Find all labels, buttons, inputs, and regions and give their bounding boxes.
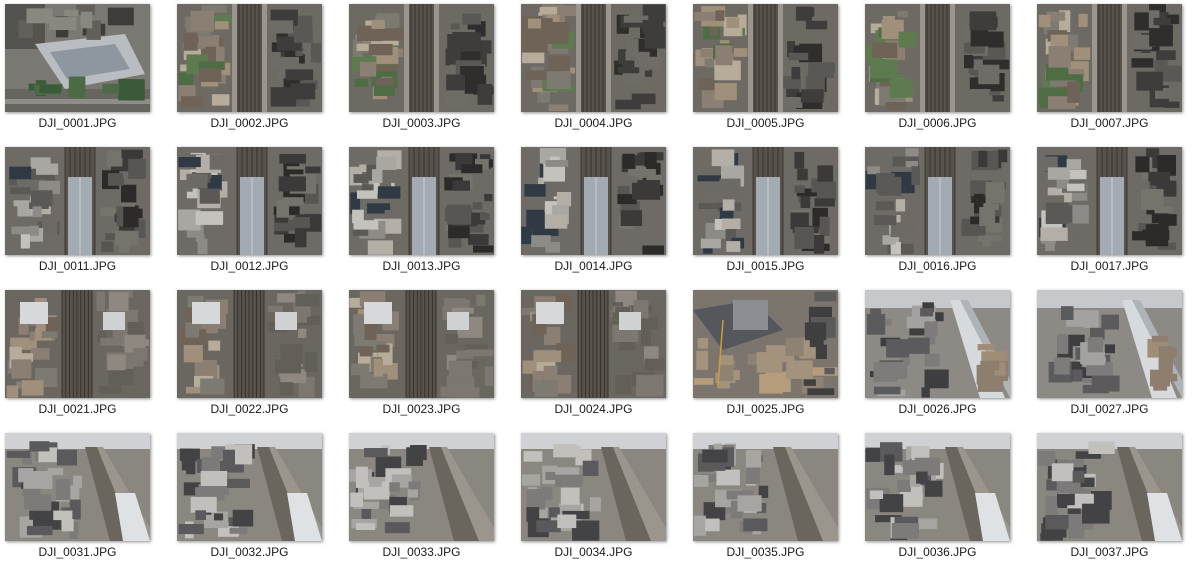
tracks-buildings-icon[interactable]: [177, 290, 322, 398]
plaza-icon[interactable]: [5, 4, 150, 112]
file-name-label: DJI_0036.JPG: [898, 545, 977, 559]
file-item[interactable]: DJI_0035.JPG: [688, 429, 860, 572]
file-item[interactable]: DJI_0015.JPG: [688, 143, 860, 286]
file-name-label: DJI_0033.JPG: [382, 545, 461, 559]
file-name-label: DJI_0034.JPG: [554, 545, 633, 559]
file-name-label: DJI_0013.JPG: [382, 259, 461, 273]
railway-aerial-icon[interactable]: [865, 4, 1010, 112]
file-item[interactable]: DJI_0016.JPG: [860, 143, 1032, 286]
file-name-label: DJI_0021.JPG: [38, 402, 117, 416]
file-name-label: DJI_0011.JPG: [38, 259, 117, 273]
file-item[interactable]: DJI_0034.JPG: [516, 429, 688, 572]
file-name-label: DJI_0022.JPG: [210, 402, 289, 416]
file-item[interactable]: DJI_0011.JPG: [0, 143, 172, 286]
file-item[interactable]: DJI_0027.JPG: [1032, 286, 1194, 429]
file-thumbnail-grid: DJI_0001.JPG DJI_0002.JPG DJI_0003.JPG DJI_…: [0, 0, 1194, 571]
file-item[interactable]: DJI_0001.JPG: [0, 0, 172, 143]
construction-site-icon[interactable]: [693, 290, 838, 398]
file-name-label: DJI_0006.JPG: [898, 116, 977, 130]
oblique-city-icon[interactable]: [1037, 290, 1182, 398]
file-item[interactable]: DJI_0033.JPG: [344, 429, 516, 572]
tracks-buildings-icon[interactable]: [349, 290, 494, 398]
file-name-label: DJI_0025.JPG: [726, 402, 805, 416]
station-roof-icon[interactable]: [521, 147, 666, 255]
file-item[interactable]: DJI_0012.JPG: [172, 143, 344, 286]
railway-aerial-icon[interactable]: [693, 4, 838, 112]
file-item[interactable]: DJI_0032.JPG: [172, 429, 344, 572]
file-item[interactable]: DJI_0022.JPG: [172, 286, 344, 429]
railway-aerial-icon[interactable]: [177, 4, 322, 112]
oblique-rooftops-icon[interactable]: [693, 433, 838, 541]
tracks-buildings-icon[interactable]: [5, 290, 150, 398]
file-item[interactable]: DJI_0006.JPG: [860, 0, 1032, 143]
file-name-label: DJI_0035.JPG: [726, 545, 805, 559]
file-item[interactable]: DJI_0026.JPG: [860, 286, 1032, 429]
file-name-label: DJI_0014.JPG: [554, 259, 633, 273]
file-item[interactable]: DJI_0017.JPG: [1032, 143, 1194, 286]
file-name-label: DJI_0037.JPG: [1070, 545, 1149, 559]
file-item[interactable]: DJI_0024.JPG: [516, 286, 688, 429]
file-item[interactable]: DJI_0025.JPG: [688, 286, 860, 429]
file-item[interactable]: DJI_0004.JPG: [516, 0, 688, 143]
station-roof-icon[interactable]: [693, 147, 838, 255]
file-name-label: DJI_0016.JPG: [898, 259, 977, 273]
file-item[interactable]: DJI_0031.JPG: [0, 429, 172, 572]
file-name-label: DJI_0024.JPG: [554, 402, 633, 416]
station-roof-icon[interactable]: [177, 147, 322, 255]
file-name-label: DJI_0012.JPG: [210, 259, 289, 273]
file-name-label: DJI_0027.JPG: [1070, 402, 1149, 416]
oblique-rooftops-icon[interactable]: [1037, 433, 1182, 541]
file-item[interactable]: DJI_0002.JPG: [172, 0, 344, 143]
file-item[interactable]: DJI_0014.JPG: [516, 143, 688, 286]
file-name-label: DJI_0005.JPG: [726, 116, 805, 130]
file-item[interactable]: DJI_0023.JPG: [344, 286, 516, 429]
file-name-label: DJI_0001.JPG: [38, 116, 117, 130]
file-name-label: DJI_0026.JPG: [898, 402, 977, 416]
file-name-label: DJI_0003.JPG: [382, 116, 461, 130]
file-item[interactable]: DJI_0007.JPG: [1032, 0, 1194, 143]
tracks-buildings-icon[interactable]: [521, 290, 666, 398]
station-roof-icon[interactable]: [1037, 147, 1182, 255]
station-roof-icon[interactable]: [865, 147, 1010, 255]
oblique-rooftops-icon[interactable]: [521, 433, 666, 541]
file-name-label: DJI_0031.JPG: [38, 545, 117, 559]
file-item[interactable]: DJI_0013.JPG: [344, 143, 516, 286]
oblique-city-icon[interactable]: [865, 290, 1010, 398]
file-name-label: DJI_0015.JPG: [726, 259, 805, 273]
file-item[interactable]: DJI_0021.JPG: [0, 286, 172, 429]
file-name-label: DJI_0032.JPG: [210, 545, 289, 559]
railway-aerial-icon[interactable]: [349, 4, 494, 112]
railway-aerial-icon[interactable]: [521, 4, 666, 112]
station-roof-icon[interactable]: [349, 147, 494, 255]
railway-aerial-icon[interactable]: [1037, 4, 1182, 112]
file-name-label: DJI_0017.JPG: [1070, 259, 1149, 273]
file-name-label: DJI_0004.JPG: [554, 116, 633, 130]
file-item[interactable]: DJI_0036.JPG: [860, 429, 1032, 572]
file-item[interactable]: DJI_0003.JPG: [344, 0, 516, 143]
oblique-rooftops-icon[interactable]: [177, 433, 322, 541]
file-name-label: DJI_0023.JPG: [382, 402, 461, 416]
oblique-rooftops-icon[interactable]: [5, 433, 150, 541]
station-roof-icon[interactable]: [5, 147, 150, 255]
file-item[interactable]: DJI_0005.JPG: [688, 0, 860, 143]
oblique-rooftops-icon[interactable]: [865, 433, 1010, 541]
oblique-rooftops-icon[interactable]: [349, 433, 494, 541]
file-item[interactable]: DJI_0037.JPG: [1032, 429, 1194, 572]
file-name-label: DJI_0007.JPG: [1070, 116, 1149, 130]
file-name-label: DJI_0002.JPG: [210, 116, 289, 130]
